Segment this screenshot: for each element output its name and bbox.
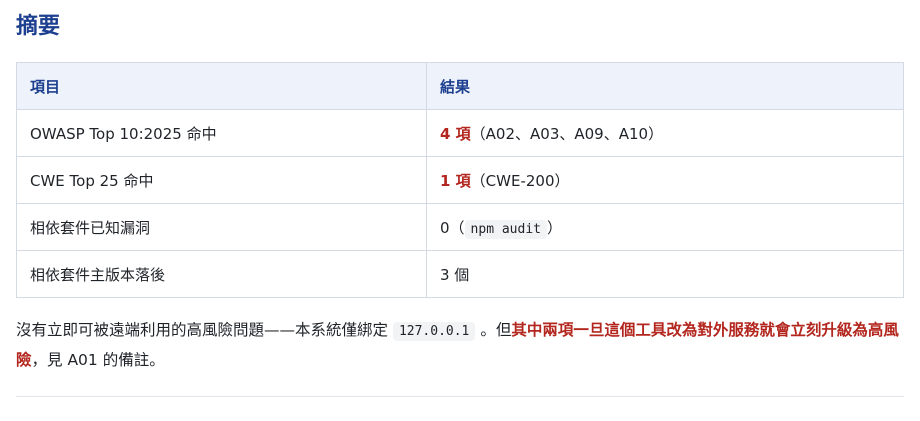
summary-table: 項目 結果 OWASP Top 10:2025 命中 4 項（A02、A03、A… [16, 62, 904, 298]
result-count: 1 項 [440, 171, 471, 190]
table-row: 相依套件已知漏洞 0（ npm audit） [16, 203, 904, 251]
row-item-dep-outdated: 相依套件主版本落後 [16, 250, 427, 298]
result-count: 4 項 [440, 124, 471, 143]
row-result-cwe: 1 項（CWE-200） [426, 156, 904, 204]
inline-code: npm audit [464, 219, 547, 239]
result-detail: （CWE-200） [470, 171, 570, 190]
result-suffix: ） [547, 218, 563, 237]
row-result-owasp: 4 項（A02、A03、A09、A10） [426, 109, 904, 157]
divider [16, 396, 904, 397]
table-row: OWASP Top 10:2025 命中 4 項（A02、A03、A09、A10… [16, 109, 904, 157]
row-item-owasp: OWASP Top 10:2025 命中 [16, 109, 427, 157]
result-detail: （A02、A03、A09、A10） [470, 124, 664, 143]
row-item-dep-vuln: 相依套件已知漏洞 [16, 203, 427, 251]
note-text: 。但 [475, 321, 512, 339]
section-title: 摘要 [16, 14, 61, 39]
table-row: 相依套件主版本落後 3 個 [16, 250, 904, 298]
row-result-dep-vuln: 0（ npm audit） [426, 203, 904, 251]
summary-note: 沒有立即可被遠端利用的高風險問題——本系統僅綁定 127.0.0.1 。但其中兩… [16, 316, 904, 375]
header-result: 結果 [426, 62, 904, 110]
table-header-row: 項目 結果 [16, 62, 904, 110]
result-prefix: 0（ [440, 218, 465, 237]
note-text: 沒有立即可被遠端利用的高風險問題——本系統僅綁定 [16, 321, 393, 339]
table-row: CWE Top 25 命中 1 項（CWE-200） [16, 156, 904, 204]
row-result-dep-outdated: 3 個 [426, 250, 904, 298]
row-item-cwe: CWE Top 25 命中 [16, 156, 427, 204]
note-text: ，見 A01 的備註。 [31, 351, 165, 369]
inline-code: 127.0.0.1 [392, 322, 476, 341]
header-item: 項目 [16, 62, 427, 110]
